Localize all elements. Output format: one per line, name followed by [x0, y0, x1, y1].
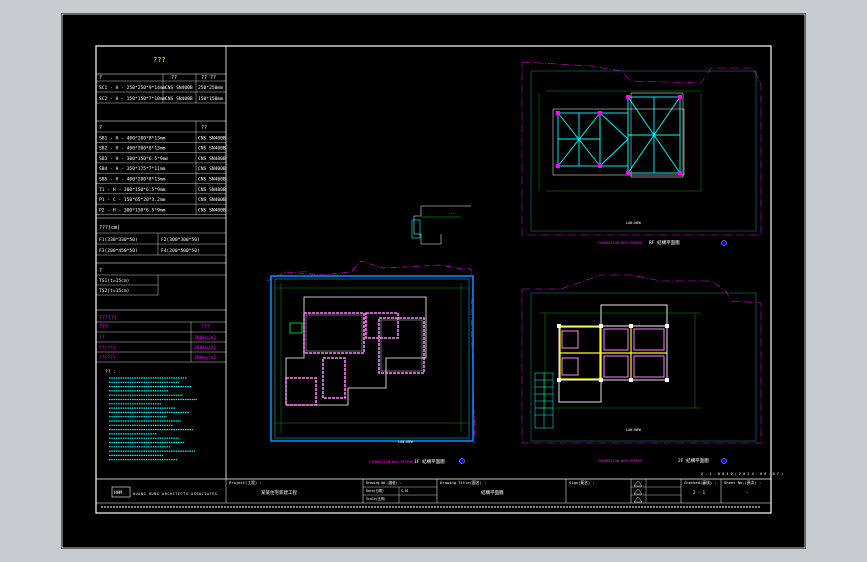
drawing-no: S-01 — [401, 489, 409, 493]
drawing-stamp: 2 - 1 - 0 8 4 0 ( 2 0 2 4 . 0 6 . 0 7 ) — [701, 472, 783, 476]
plan-rf: LAN-NEW FOUNDATION-NEW-MIRROR RF 結構平面圖 — [521, 61, 762, 246]
load-cell: ??(??) — [99, 345, 116, 351]
drawing-no-label: Drawing No.(圖號) : — [366, 480, 401, 485]
project-label: Project(工程) : — [229, 480, 262, 485]
svg-text:-----: ----- — [449, 211, 458, 215]
svg-text:LAN-NEW: LAN-NEW — [398, 440, 414, 444]
load-cell: 300kg/m2 — [194, 335, 216, 341]
load-cell: ??(??) — [99, 355, 116, 361]
cad-drawing: ??? ? ?? ?? ?? SC1 - H - 250*250*9*14mm … — [61, 13, 806, 549]
footing-cell: F2(300*300*50) — [161, 237, 200, 243]
footing-cell: F1(330*330*50) — [99, 237, 138, 243]
load-cell: ?? — [99, 335, 105, 341]
beam-table-cell: SB3 - H - 300*150*6.5*9mm — [99, 156, 168, 162]
checked-label: Checked(審核) : — [684, 480, 717, 485]
date-label: Date(日期) — [366, 488, 384, 493]
beam-table-cell: SB1 - H - 400*200*8*13mm — [99, 135, 166, 141]
column-table-header-size: ?? ?? — [201, 75, 216, 81]
sheet-no-label: Sheet No.(頁次) : — [724, 480, 761, 485]
beam-table-cell: P2 - H - 300*150*6.5*9mm — [99, 207, 166, 213]
title-block: HHM HUANG HUNG ARCHITECTS ASSOCIATES Pro… — [96, 478, 771, 504]
drawing-sheet: ??? ? ?? ?? ?? SC1 - H - 250*250*9*14mm … — [61, 13, 806, 549]
beam-table-cell: SB2 - H - 400*200*8*13mm — [99, 146, 166, 152]
column-table: ? ?? ?? ?? SC1 - H - 250*250*9*14mm CNS … — [96, 74, 226, 104]
load-header: ??? — [99, 324, 108, 330]
column-table-cell: 150*150mm — [198, 96, 223, 102]
column-table-cell: CNS SN400B — [165, 85, 193, 91]
column-table-cell: CNS SN400B — [165, 96, 193, 102]
slab-title: ? — [99, 268, 102, 274]
sheet-title-label: Drawing Title(圖名) : — [440, 480, 486, 485]
column-table-header-name: ? — [99, 75, 102, 81]
svg-text:LAN-NEW: LAN-NEW — [626, 428, 642, 432]
beam-table-cell: SB4 - H - 350*175*7*11mm — [99, 166, 166, 172]
svg-text:FOUNDATION-NEW-MIRROR: FOUNDATION-NEW-MIRROR — [369, 460, 414, 464]
beam-table-cell: CNS SN400B — [198, 177, 226, 183]
beam-table-header-material: ?? — [201, 125, 207, 131]
legend-panel: ??? ? ?? ?? ?? SC1 - H - 250*250*9*14mm … — [96, 46, 227, 479]
beam-table-cell: CNS SN400B — [198, 207, 226, 213]
footing-table: ???(cm) F1(330*330*50) F2(300*300*50) F3… — [96, 217, 226, 256]
beam-table-cell: CNS SN400B — [198, 156, 226, 162]
checked-value: 2 - 1 — [693, 490, 706, 495]
plan-1f: ───── LAN-NEW FOUNDATION-NEW-MIRROR 1F 結… — [266, 205, 476, 465]
plan-2f-title: 2F 結構平面圖 — [678, 457, 709, 464]
column-table-cell: SC2 - H - 150*150*7*10mm — [99, 96, 166, 102]
plan-1f-title: 1F 結構平面圖 — [414, 458, 445, 465]
beam-table-cell: T1 - H - 300*150*6.5*9mm — [99, 187, 166, 193]
svg-text:FOUNDATION-NEW-MIRROR: FOUNDATION-NEW-MIRROR — [598, 459, 643, 463]
footing-cell: F3(200*450*50) — [99, 248, 138, 254]
beam-table-header-name: ? — [99, 125, 102, 131]
slab-cell: TS1(t=15cm) — [99, 278, 129, 284]
load-cell: 300kg/m2 — [194, 345, 216, 351]
slab-table: ? TS1(t=15cm) TS2(t=15cm) — [96, 262, 226, 296]
svg-text:LAN-NEW: LAN-NEW — [626, 221, 642, 225]
beam-table-cell: CNS SN400B — [198, 187, 226, 193]
general-notes: ?? : — [105, 369, 197, 461]
column-table-cell: SC1 - H - 250*250*9*14mm — [99, 85, 166, 91]
notes-title: ?? : — [105, 369, 116, 375]
beam-table-cell: P1 - C - 150*65*20*3.2mm — [99, 197, 166, 203]
beam-table-cell: CNS SN400B — [198, 146, 226, 152]
footing-cell: F4(200*500*50) — [161, 248, 200, 254]
sheet-title: 結構平面圖 — [481, 489, 504, 496]
column-table-header-material: ?? — [171, 75, 177, 81]
scale-label: Scale(比例) — [366, 496, 386, 501]
sign-label: Sign(簽名) : — [569, 480, 595, 485]
column-table-cell: 250*250mm — [198, 85, 223, 91]
project-name: 某某住宅新建工程 — [261, 489, 297, 496]
plan-2f: LAN-NEW FOUNDATION-NEW-MIRROR 2F 結構平面圖 — [521, 274, 762, 464]
svg-text:FOUNDATION-NEW-MIRROR: FOUNDATION-NEW-MIRROR — [598, 241, 643, 245]
load-cell: 300kg/m2 — [194, 355, 216, 361]
load-title: ???(?) — [99, 315, 117, 321]
beam-table-cell: CNS SN400B — [198, 166, 226, 172]
beam-table: ? ?? SB1 - H - 400*200*8*13mm CNS SN400B SB2… — [96, 121, 226, 215]
footing-title: ???(cm) — [99, 225, 120, 231]
sheet-no: - — [746, 490, 748, 495]
beam-table-cell: CNS SN400B — [198, 135, 226, 141]
load-header: ??? — [201, 324, 210, 330]
firm-name: HUANG HUNG ARCHITECTS ASSOCIATES — [133, 492, 218, 496]
firm-logo-text: HHM — [114, 490, 122, 496]
beam-table-cell: SB5 - H - 400*200*8*13mm — [99, 177, 166, 183]
beam-table-cell: CNS SN400B — [198, 197, 226, 203]
plan-rf-title: RF 結構平面圖 — [649, 239, 680, 246]
legend-title: ??? — [153, 56, 166, 64]
revision-triangles — [633, 480, 643, 503]
svg-text:─────: ───── — [298, 270, 308, 274]
slab-cell: TS2(t=15cm) — [99, 288, 129, 294]
load-table: ???(?) ??? ??? ?? 300kg/m2 ??(??) 300kg/… — [96, 309, 226, 363]
